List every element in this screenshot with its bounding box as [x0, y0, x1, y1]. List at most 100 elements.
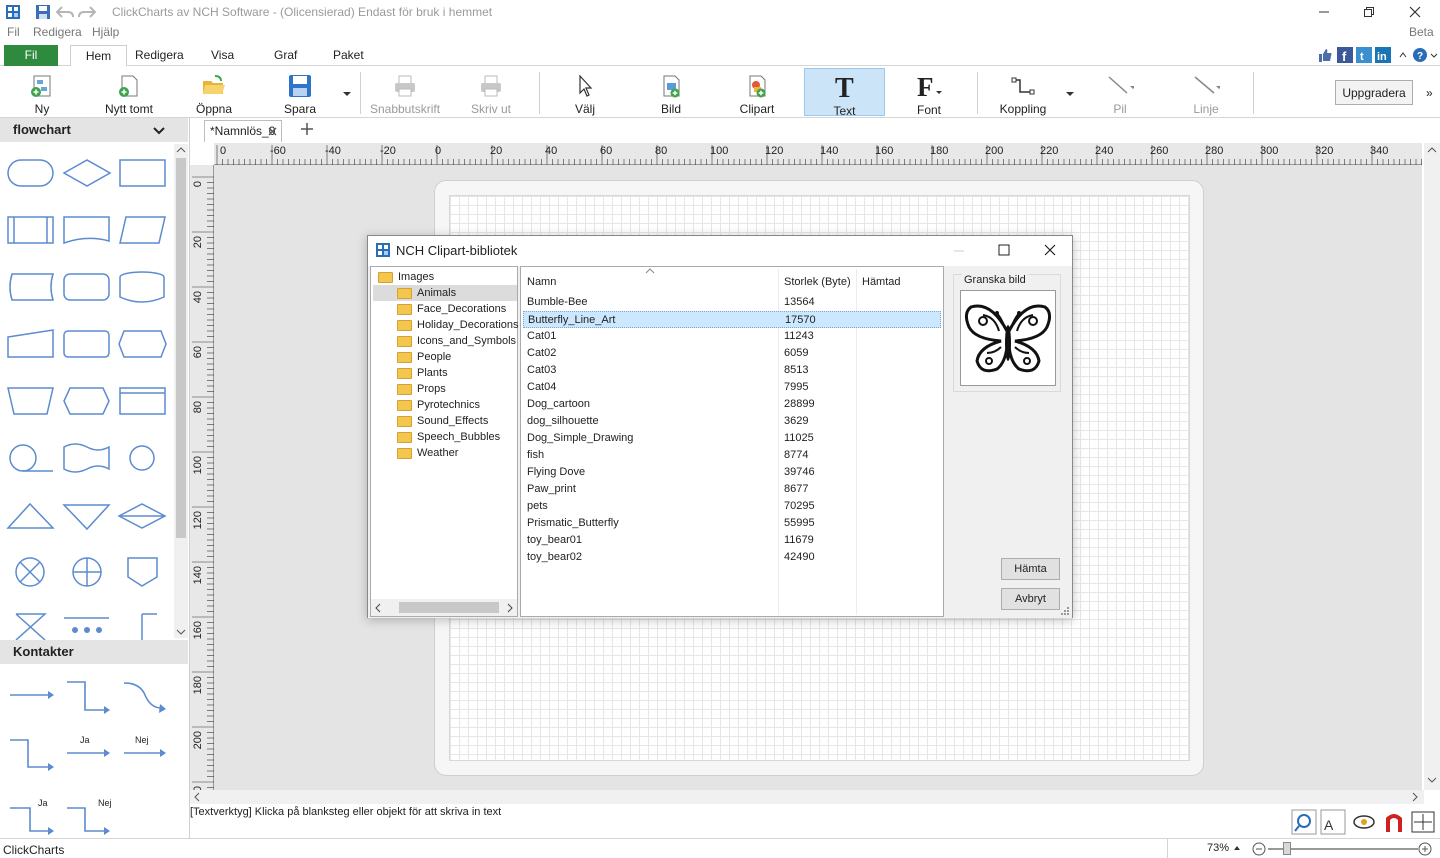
more-tools-icon[interactable]: »: [1426, 86, 1438, 100]
tab-hem[interactable]: Hem: [70, 45, 127, 67]
image-button[interactable]: Bild: [651, 68, 691, 116]
file-row[interactable]: fish 8774: [523, 447, 941, 464]
arrow-button[interactable]: Pil: [1100, 68, 1140, 116]
tab-graf[interactable]: Graf: [264, 45, 307, 66]
collapse-ribbon-icon[interactable]: [1398, 48, 1408, 62]
file-row[interactable]: Dog_cartoon 28899: [523, 396, 941, 413]
new-button[interactable]: Ny: [22, 68, 62, 116]
zoom-in-icon[interactable]: [1418, 842, 1432, 856]
tab-paket[interactable]: Paket: [323, 45, 374, 66]
folder-icon: [397, 447, 412, 459]
clipart-file-list[interactable]: Namn Storlek (Byte) Hämtad Bumble-Bee 135…: [520, 266, 944, 617]
save-button[interactable]: Spara: [280, 68, 320, 116]
zoom-slider-handle[interactable]: [1283, 842, 1291, 855]
connector-dropdown-icon[interactable]: [1065, 88, 1075, 98]
linkedin-icon[interactable]: in: [1375, 47, 1391, 63]
tree-item-label: Pyrotechnics: [417, 399, 480, 411]
clipart-button[interactable]: Clipart: [737, 68, 777, 116]
column-downloaded[interactable]: Hämtad: [862, 276, 901, 288]
file-row[interactable]: Cat01 11243: [523, 328, 941, 345]
open-button[interactable]: Öppna: [193, 68, 235, 116]
zoom-level[interactable]: 73%: [1207, 842, 1229, 854]
new-blank-button[interactable]: Nytt tomt: [100, 68, 158, 116]
file-row[interactable]: pets 70295: [523, 498, 941, 515]
column-size[interactable]: Storlek (Byte): [784, 276, 851, 288]
tree-item-label: Plants: [417, 367, 448, 379]
tab-redigera[interactable]: Redigera: [125, 45, 194, 66]
print-button[interactable]: Skriv ut: [470, 68, 512, 116]
arrow-line-icon: [1106, 72, 1134, 99]
cancel-button[interactable]: Avbryt: [1001, 588, 1060, 610]
file-row[interactable]: Prismatic_Butterfly 55995: [523, 515, 941, 532]
shape-library-dropdown[interactable]: flowchart: [0, 118, 188, 142]
help-icon[interactable]: ?: [1412, 47, 1428, 63]
fetch-button[interactable]: Hämta: [1001, 558, 1060, 580]
text-tool-button[interactable]: T Text: [804, 68, 885, 118]
file-row[interactable]: Dog_Simple_Drawing 11025: [523, 430, 941, 447]
tree-root[interactable]: Images: [378, 269, 434, 285]
quick-save-icon[interactable]: [34, 3, 52, 21]
undo-icon[interactable]: [56, 3, 74, 21]
menu-hjalp[interactable]: Hjälp: [92, 25, 119, 39]
zoom-out-icon[interactable]: [1252, 842, 1266, 856]
connectors-header: Kontakter: [0, 640, 188, 664]
document-tab[interactable]: *Namnlös_0: [204, 120, 282, 142]
tree-item-animals[interactable]: Animals: [373, 285, 517, 301]
font-button[interactable]: F Font: [905, 68, 953, 117]
connector-button[interactable]: Koppling: [1000, 68, 1046, 116]
file-row[interactable]: Bumble-Bee 13564: [523, 294, 941, 311]
add-tab-icon[interactable]: [300, 122, 314, 136]
tree-item-speech-bubbles[interactable]: Speech_Bubbles: [397, 429, 500, 445]
pointer-arrow-icon: [571, 72, 599, 99]
tree-item-props[interactable]: Props: [397, 381, 446, 397]
tree-item-icons-and-symbols[interactable]: Icons_and_Symbols: [397, 333, 516, 349]
dialog-close-icon[interactable]: [1044, 244, 1056, 256]
file-row[interactable]: toy_bear01 11679: [523, 532, 941, 549]
file-row[interactable]: dog_silhouette 3629: [523, 413, 941, 430]
file-row[interactable]: Paw_print 8677: [523, 481, 941, 498]
dialog-minimize-icon[interactable]: [953, 248, 965, 254]
menu-fil[interactable]: Fil: [7, 25, 20, 39]
tree-item-people[interactable]: People: [397, 349, 451, 365]
resize-grip-icon[interactable]: [1060, 606, 1070, 616]
file-row[interactable]: Cat02 6059: [523, 345, 941, 362]
redo-icon[interactable]: [78, 3, 96, 21]
file-row[interactable]: Cat03 8513: [523, 362, 941, 379]
like-icon[interactable]: [1318, 48, 1333, 63]
tab-visa[interactable]: Visa: [201, 45, 244, 66]
dialog-maximize-icon[interactable]: [998, 244, 1010, 256]
restore-icon[interactable]: [1346, 0, 1392, 24]
tab-fil[interactable]: Fil: [4, 45, 58, 66]
tree-item-holiday-decorations[interactable]: Holiday_Decorations: [397, 317, 519, 333]
minimize-icon[interactable]: [1301, 0, 1347, 24]
file-row[interactable]: Butterfly_Line_Art 17570: [523, 311, 941, 328]
menu-redigera[interactable]: Redigera: [33, 25, 82, 39]
tree-item-face-decorations[interactable]: Face_Decorations: [397, 301, 506, 317]
horizontal-scrollbar[interactable]: [190, 790, 1424, 804]
close-tab-icon[interactable]: [268, 127, 277, 136]
file-name: toy_bear02: [527, 551, 583, 563]
file-row[interactable]: toy_bear02 42490: [523, 549, 941, 566]
line-button[interactable]: Linje: [1185, 68, 1227, 116]
upgrade-button[interactable]: Uppgradera: [1335, 80, 1413, 105]
quick-print-button[interactable]: Snabbutskrift: [370, 68, 440, 116]
help-dropdown-icon[interactable]: [1430, 48, 1438, 62]
column-name[interactable]: Namn: [527, 276, 556, 288]
tree-item-pyrotechnics[interactable]: Pyrotechnics: [397, 397, 480, 413]
tree-item-plants[interactable]: Plants: [397, 365, 448, 381]
file-row[interactable]: Cat04 7995: [523, 379, 941, 396]
file-name: Dog_cartoon: [527, 398, 590, 410]
vertical-scrollbar[interactable]: [1424, 143, 1440, 790]
tree-item-sound-effects[interactable]: Sound_Effects: [397, 413, 488, 429]
close-icon[interactable]: [1392, 0, 1438, 24]
facebook-icon[interactable]: f: [1337, 47, 1353, 64]
select-button[interactable]: Välj: [565, 68, 605, 116]
tree-horizontal-scrollbar[interactable]: [371, 599, 517, 616]
file-row[interactable]: Flying Dove 39746: [523, 464, 941, 481]
tree-item-weather[interactable]: Weather: [397, 445, 458, 461]
shapes-scrollbar[interactable]: [174, 144, 188, 638]
save-dropdown-icon[interactable]: [342, 88, 352, 98]
folder-tree[interactable]: Images Animals Face_Decorations Holiday_…: [370, 266, 519, 617]
zoom-dropdown-icon[interactable]: [1233, 843, 1241, 853]
twitter-icon[interactable]: t: [1356, 47, 1372, 63]
